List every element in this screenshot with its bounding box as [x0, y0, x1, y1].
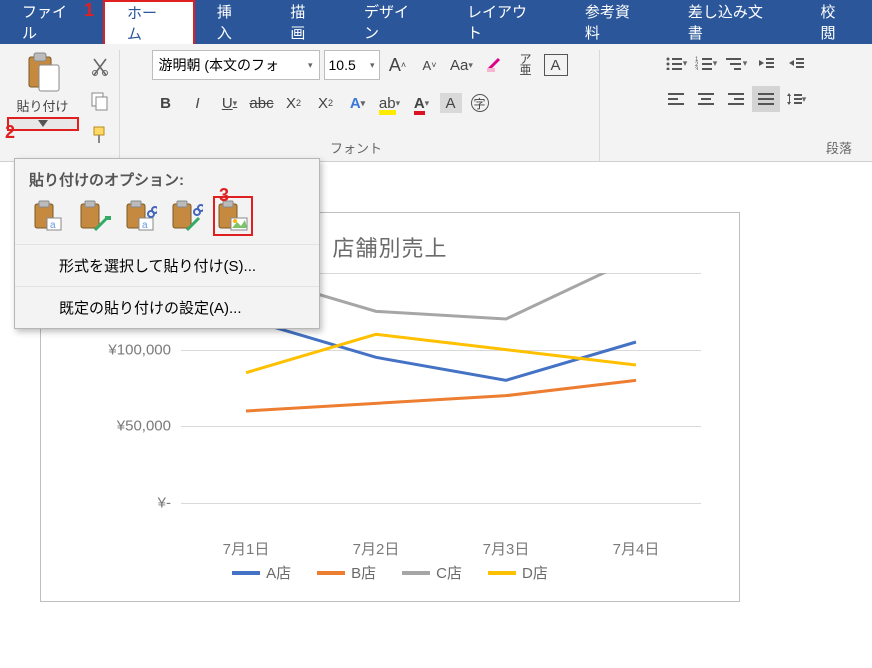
legend-item: C店: [402, 562, 462, 583]
shrink-font-button[interactable]: A˅: [416, 52, 444, 78]
tab-mailings[interactable]: 差し込み文書: [666, 0, 799, 44]
paste-option-link-merge[interactable]: [167, 196, 207, 236]
tab-references[interactable]: 参考資料: [563, 0, 666, 44]
paste-option-keep-link[interactable]: a: [121, 196, 161, 236]
align-justify-button[interactable]: [752, 86, 780, 112]
bullet-list-button[interactable]: ▾: [662, 50, 690, 76]
font-size-combo[interactable]: 10.5 ▾: [324, 50, 380, 80]
paste-option-merge-format[interactable]: [75, 196, 115, 236]
tab-home[interactable]: ホーム: [103, 0, 195, 44]
italic-button[interactable]: I: [184, 90, 212, 116]
tab-review[interactable]: 校閲: [798, 0, 872, 44]
strikethrough-button[interactable]: abc: [248, 90, 276, 116]
legend-label: D店: [522, 562, 548, 583]
subscript-button[interactable]: X2: [280, 90, 308, 116]
gridline: [181, 503, 701, 504]
paste-option-keep-source[interactable]: a: [29, 196, 69, 236]
chevron-down-icon: ▾: [308, 60, 313, 71]
callout-1: 1: [79, 0, 99, 20]
tab-layout[interactable]: レイアウト: [445, 0, 563, 44]
font-color-button[interactable]: A▾: [408, 90, 436, 116]
x-tick-label: 7月4日: [576, 538, 696, 559]
line-spacing-button[interactable]: ▾: [782, 86, 810, 112]
chevron-down-icon: ▾: [370, 60, 375, 71]
ribbon: 貼り付け 游明朝 (本文のフォ: [0, 44, 872, 162]
paste-icon[interactable]: [20, 50, 66, 94]
enclose-char-button[interactable]: 字: [466, 90, 494, 116]
paste-options-menu: 貼り付けのオプション: a a 形式を選択して貼り付け(S)... 既定の貼り付…: [14, 158, 320, 329]
callout-3: 3: [214, 185, 234, 205]
increase-indent-button[interactable]: [782, 50, 810, 76]
tab-draw[interactable]: 描画: [268, 0, 342, 44]
phonetic-guide-button[interactable]: ア亜: [512, 52, 540, 78]
legend-swatch: [402, 571, 430, 575]
legend-label: A店: [266, 562, 291, 583]
paste-special-menuitem[interactable]: 形式を選択して貼り付け(S)...: [15, 244, 319, 286]
legend-item: B店: [317, 562, 376, 583]
legend-label: C店: [436, 562, 462, 583]
change-case-button[interactable]: Aa▾: [448, 52, 476, 78]
y-tick-label: ¥-: [81, 495, 171, 512]
x-tick-label: 7月2日: [316, 538, 436, 559]
y-tick-label: ¥100,000: [81, 341, 171, 358]
group-paragraph: ▾ 123▾ ▾ ▾ 段落: [600, 50, 872, 161]
paste-label[interactable]: 貼り付け: [16, 96, 68, 115]
svg-text:a: a: [142, 220, 148, 231]
align-center-button[interactable]: [692, 86, 720, 112]
char-shading-button[interactable]: A: [440, 93, 462, 113]
char-border-button[interactable]: A: [544, 54, 568, 76]
superscript-button[interactable]: X2: [312, 90, 340, 116]
group-font: 游明朝 (本文のフォ ▾ 10.5 ▾ A˄ A˅ Aa▾ ア亜 A B I: [120, 50, 600, 161]
clear-format-button[interactable]: [480, 52, 508, 78]
number-list-button[interactable]: 123▾: [692, 50, 720, 76]
group-clipboard: 貼り付け: [0, 50, 120, 161]
legend-swatch: [317, 571, 345, 575]
highlight-button[interactable]: ab▾: [376, 90, 404, 116]
legend-swatch: [488, 571, 516, 575]
chart-legend: A店 B店 C店 D店: [41, 562, 739, 583]
font-name-combo[interactable]: 游明朝 (本文のフォ ▾: [152, 50, 320, 80]
x-tick-label: 7月3日: [446, 538, 566, 559]
cut-icon[interactable]: [87, 54, 113, 80]
grow-font-button[interactable]: A˄: [384, 52, 412, 78]
ribbon-tabstrip: ファイル ホーム 挿入 描画 デザイン レイアウト 参考資料 差し込み文書 校閲: [0, 0, 872, 44]
legend-swatch: [232, 571, 260, 575]
paste-defaults-menuitem[interactable]: 既定の貼り付けの設定(A)...: [15, 286, 319, 328]
paste-options-title: 貼り付けのオプション:: [15, 159, 319, 196]
tab-insert[interactable]: 挿入: [195, 0, 269, 44]
svg-text:a: a: [50, 220, 56, 231]
copy-icon[interactable]: [87, 88, 113, 114]
align-left-button[interactable]: [662, 86, 690, 112]
decrease-indent-button[interactable]: [752, 50, 780, 76]
font-name-value: 游明朝 (本文のフォ: [159, 55, 280, 75]
series-line: [246, 334, 636, 372]
group-caption-paragraph: 段落: [826, 138, 852, 157]
font-size-value: 10.5: [329, 57, 356, 73]
legend-item: D店: [488, 562, 548, 583]
tab-design[interactable]: デザイン: [342, 0, 445, 44]
callout-2: 2: [0, 122, 20, 142]
y-tick-label: ¥50,000: [81, 418, 171, 435]
bold-button[interactable]: B: [152, 90, 180, 116]
underline-button[interactable]: U▾: [216, 90, 244, 116]
svg-text:3: 3: [695, 67, 699, 70]
series-line: [246, 380, 636, 411]
group-caption-font: フォント: [330, 138, 382, 157]
text-effects-button[interactable]: A▾: [344, 90, 372, 116]
format-painter-icon[interactable]: [87, 122, 113, 148]
multilevel-list-button[interactable]: ▾: [722, 50, 750, 76]
legend-item: A店: [232, 562, 291, 583]
align-right-button[interactable]: [722, 86, 750, 112]
legend-label: B店: [351, 562, 376, 583]
x-tick-label: 7月1日: [186, 538, 306, 559]
